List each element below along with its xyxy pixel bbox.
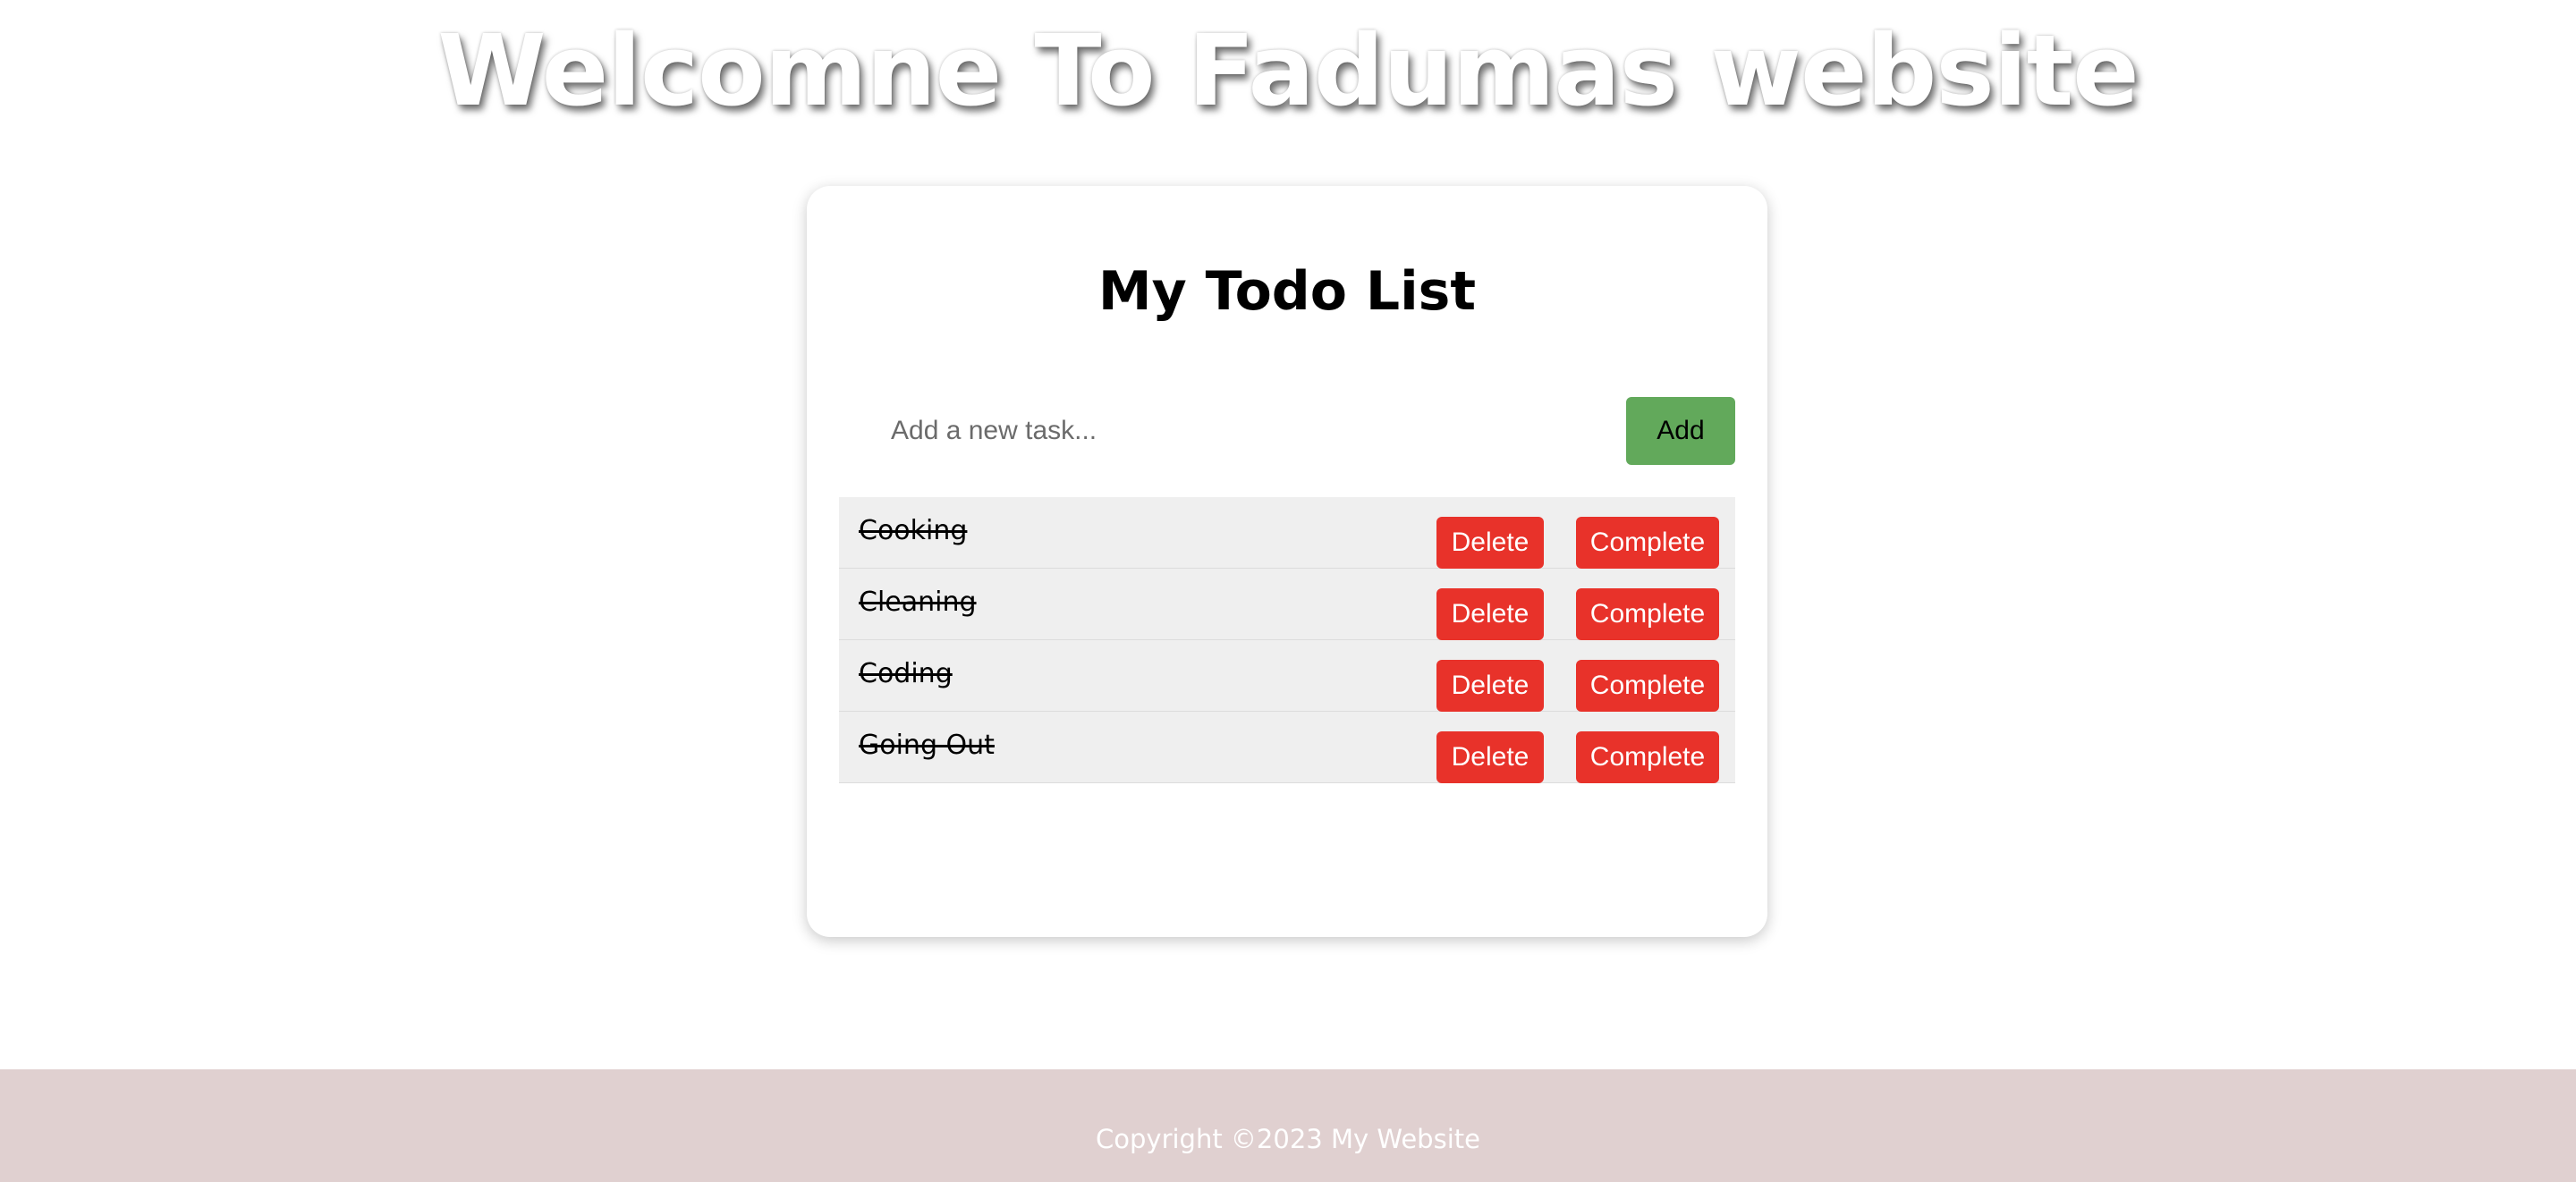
add-task-button[interactable]: Add (1626, 397, 1735, 465)
task-item: Coding Delete Complete (839, 640, 1735, 712)
delete-task-button[interactable]: Delete (1436, 731, 1544, 783)
task-text: Cleaning (859, 587, 977, 618)
task-text: Going Out (859, 730, 995, 761)
task-item: Going Out Delete Complete (839, 712, 1735, 783)
delete-task-button[interactable]: Delete (1436, 588, 1544, 640)
task-item: Cooking Delete Complete (839, 497, 1735, 569)
complete-task-button[interactable]: Complete (1576, 517, 1719, 569)
delete-task-button[interactable]: Delete (1436, 660, 1544, 712)
footer: Copyright ©2023 My Website (0, 1069, 2576, 1182)
task-text: Coding (859, 658, 953, 689)
footer-copyright: Copyright ©2023 My Website (1096, 1124, 1480, 1154)
todo-card: My Todo List Add Cooking Delete Complete… (807, 186, 1767, 937)
site-heading: Welcomne To Fadumas website (437, 13, 2140, 128)
complete-task-button[interactable]: Complete (1576, 660, 1719, 712)
complete-task-button[interactable]: Complete (1576, 588, 1719, 640)
todo-title: My Todo List (1097, 260, 1477, 323)
task-text: Cooking (859, 515, 968, 546)
complete-task-button[interactable]: Complete (1576, 731, 1719, 783)
page: Welcomne To Fadumas website My Todo List… (0, 0, 2576, 1182)
delete-task-button[interactable]: Delete (1436, 517, 1544, 569)
task-item: Cleaning Delete Complete (839, 569, 1735, 640)
task-list: Cooking Delete Complete Cleaning Delete … (839, 497, 1735, 783)
new-task-input[interactable] (839, 397, 1608, 465)
